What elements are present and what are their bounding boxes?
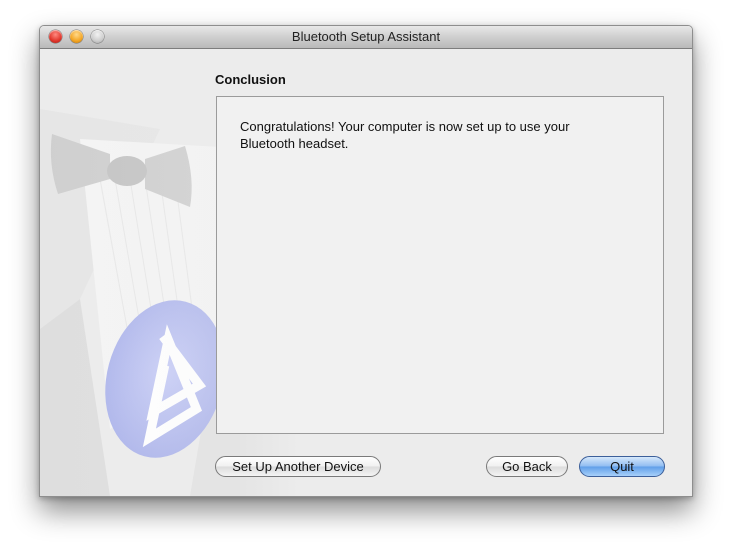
minimize-window-button[interactable]: [70, 30, 83, 43]
title-bar[interactable]: Bluetooth Setup Assistant: [40, 26, 692, 49]
window-title: Bluetooth Setup Assistant: [291, 29, 441, 44]
set-up-another-device-button[interactable]: Set Up Another Device: [215, 456, 381, 477]
close-window-button[interactable]: [49, 30, 62, 43]
go-back-button[interactable]: Go Back: [486, 456, 568, 477]
conclusion-message: Congratulations! Your computer is now se…: [240, 118, 640, 152]
message-line-1: Congratulations! Your computer is now se…: [240, 119, 570, 134]
message-line-2: Bluetooth headset.: [240, 136, 349, 151]
section-title: Conclusion: [215, 72, 286, 87]
zoom-window-button[interactable]: [91, 30, 104, 43]
setup-assistant-window: Bluetooth Setup Assistant Conclusion Con…: [39, 25, 693, 497]
quit-button[interactable]: Quit: [579, 456, 665, 477]
conclusion-panel: Congratulations! Your computer is now se…: [216, 96, 664, 434]
